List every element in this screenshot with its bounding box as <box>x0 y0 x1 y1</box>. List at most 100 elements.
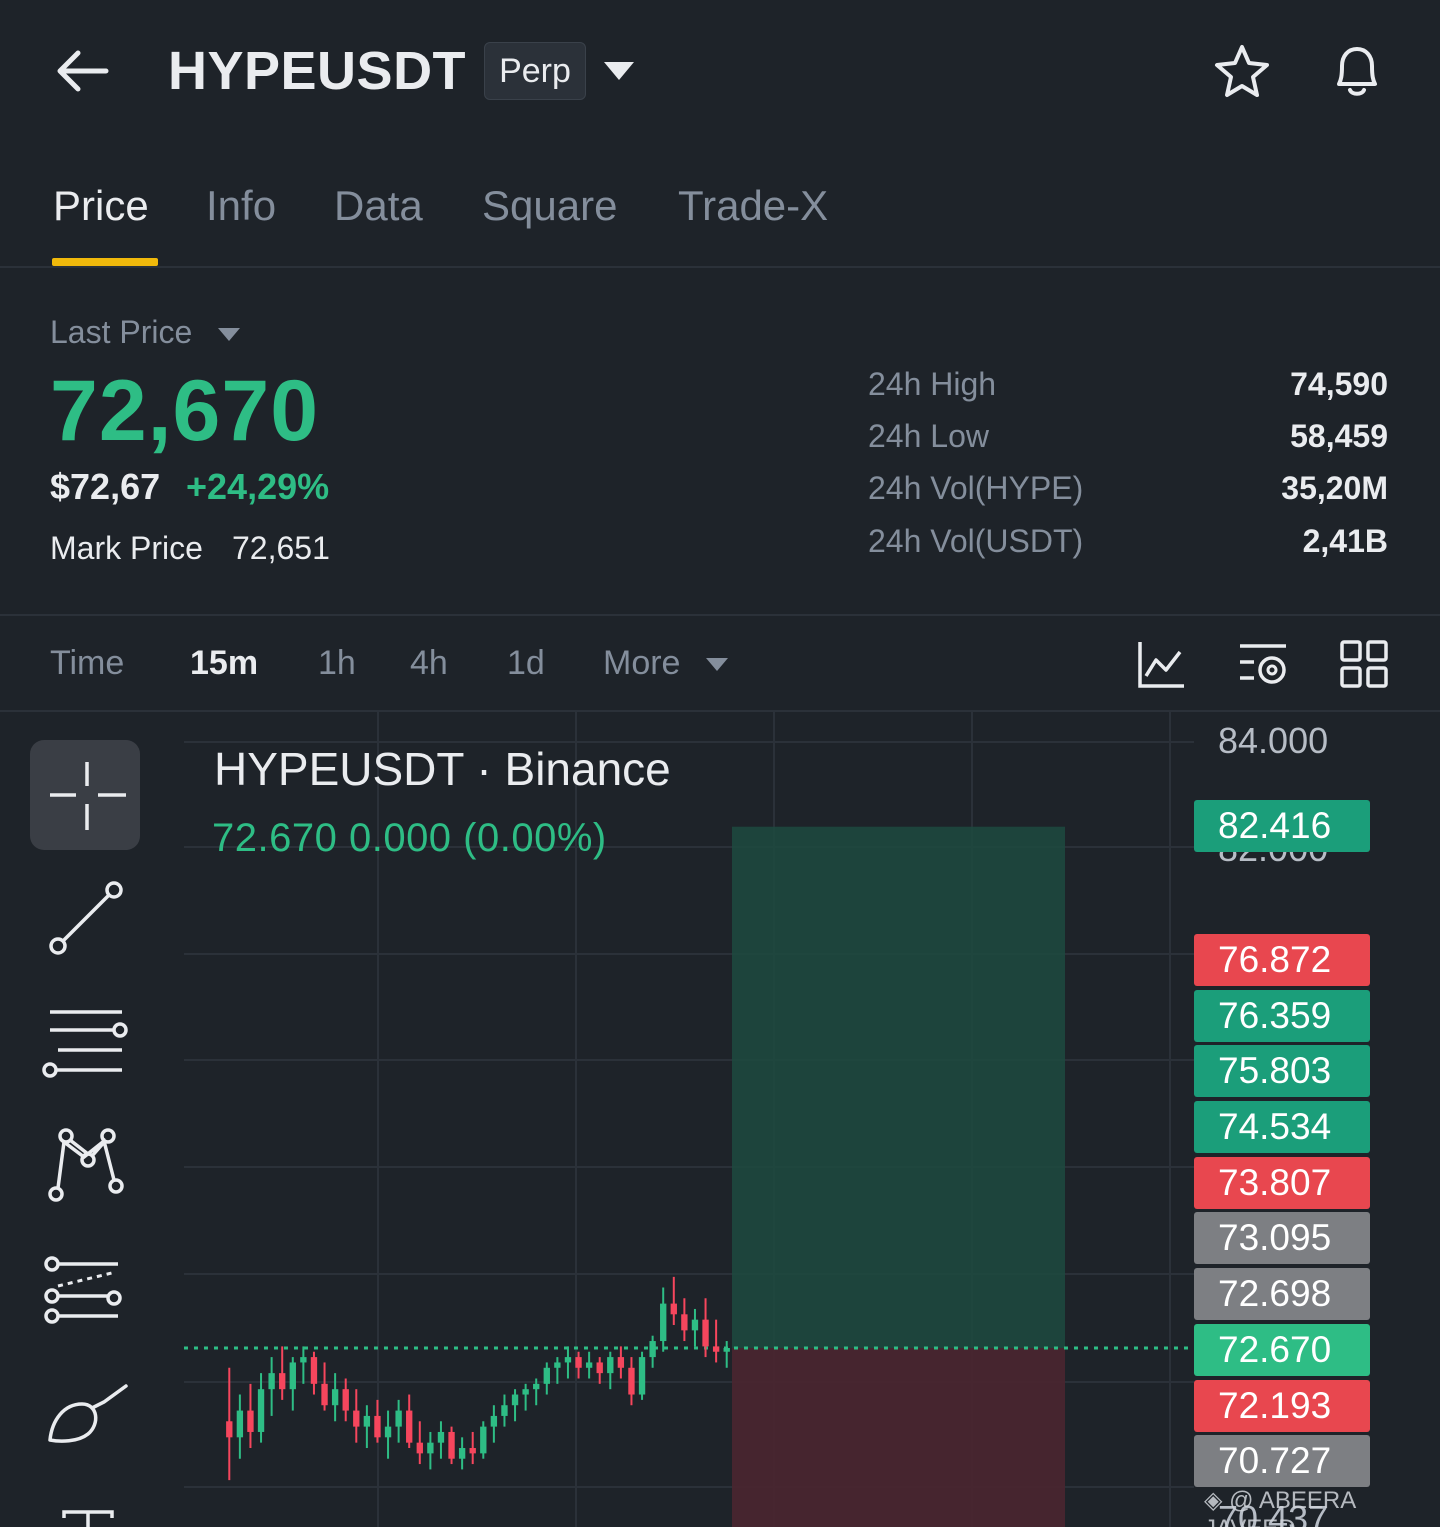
chart-line-icon[interactable] <box>1136 638 1188 690</box>
candle-body <box>363 1415 371 1427</box>
watermark: ◈ @ ABEERA JAVEED <box>1204 1487 1355 1527</box>
price-label: 74.534 <box>1194 1101 1370 1153</box>
tab-price[interactable]: Price <box>53 182 149 230</box>
caret-down-icon[interactable] <box>706 658 728 671</box>
brush-icon <box>48 1384 128 1443</box>
timeframe-more[interactable]: More <box>603 644 680 683</box>
mark-price-label: Mark Price <box>50 530 203 566</box>
brush-tool[interactable] <box>30 1350 140 1460</box>
price-label: 73.807 <box>1194 1157 1370 1209</box>
candle-body <box>660 1303 667 1342</box>
candle-body <box>607 1357 614 1374</box>
chart-symbol-title: HYPEUSDT · Binance <box>214 743 671 795</box>
back-arrow-icon[interactable] <box>52 46 112 96</box>
timeframe-bar: Time 15m 1h 4h 1d More <box>0 616 1440 712</box>
candle-body <box>268 1373 275 1390</box>
candle-body <box>374 1415 381 1438</box>
price-change-percent: +24,29% <box>186 466 330 507</box>
candle-body <box>448 1431 455 1459</box>
fib-tool[interactable] <box>30 1228 140 1338</box>
pattern-icon <box>48 1128 124 1202</box>
candle-body <box>617 1357 625 1368</box>
text-icon <box>62 1510 114 1527</box>
candle-body <box>511 1394 519 1406</box>
candle-body <box>480 1426 487 1454</box>
candle-body <box>331 1389 339 1406</box>
text-tool[interactable] <box>30 1472 140 1527</box>
stat-value-low: 58,459 <box>1290 418 1388 454</box>
pattern-tool[interactable] <box>30 1106 140 1216</box>
candle-body <box>712 1346 720 1352</box>
horizontal-lines-tool[interactable] <box>30 984 140 1094</box>
mark-price-value: 72,651 <box>232 530 330 566</box>
price-label: 72.193 <box>1194 1380 1370 1432</box>
tab-bar: Price Info Data Square Trade-X <box>0 160 1440 268</box>
horizontal-lines-icon <box>42 1010 128 1078</box>
candle-body <box>321 1383 328 1406</box>
candle-body <box>723 1348 730 1352</box>
stat-label-high: 24h High <box>868 366 997 402</box>
candle-body <box>596 1362 603 1374</box>
axis-tick-top: 84.000 <box>1218 720 1329 761</box>
trend-line-tool[interactable] <box>30 862 140 972</box>
tab-data[interactable]: Data <box>334 182 423 230</box>
price-label: 70.727 <box>1194 1435 1370 1487</box>
position-profit-zone <box>732 826 1065 1348</box>
stat-label-low: 24h Low <box>868 418 989 454</box>
price-label: 72.698 <box>1194 1268 1370 1320</box>
price-label-last: 72.670 <box>1194 1324 1370 1376</box>
star-icon[interactable] <box>1212 42 1272 102</box>
candle-body <box>469 1448 476 1454</box>
price-label-target: 82.416 <box>1194 800 1370 852</box>
candle-body <box>236 1410 244 1438</box>
candle-body <box>289 1362 296 1390</box>
drawing-toolbar <box>0 712 180 1527</box>
chart-ohlc-readout: 72.670 0.000 (0.00%) <box>212 816 607 860</box>
candle-body <box>501 1405 508 1416</box>
fib-icon <box>44 1256 122 1324</box>
chart-settings-icon[interactable] <box>1238 638 1290 690</box>
candle-body <box>427 1442 434 1454</box>
position-loss-zone <box>732 1348 1065 1527</box>
tab-square[interactable]: Square <box>482 182 617 230</box>
candle-body <box>310 1357 318 1384</box>
last-price-value: 72,670 <box>50 363 320 459</box>
timeframe-1h[interactable]: 1h <box>318 644 356 683</box>
candle-body <box>691 1319 699 1331</box>
price-label: 73.095 <box>1194 1212 1370 1264</box>
contract-type-badge[interactable]: Perp <box>484 42 586 100</box>
grid-layout-icon[interactable] <box>1338 638 1390 690</box>
stat-value-vol-base: 35,20M <box>1281 470 1388 506</box>
tab-trade-x[interactable]: Trade-X <box>678 182 828 230</box>
candle-body <box>279 1373 286 1390</box>
trend-line-icon <box>49 881 123 955</box>
candle-body <box>670 1303 677 1315</box>
crosshair-tool[interactable] <box>30 740 140 850</box>
caret-down-icon[interactable] <box>218 328 240 341</box>
stat-value-vol-quote: 2,41B <box>1302 523 1388 559</box>
candle-body <box>543 1367 550 1384</box>
tab-info[interactable]: Info <box>206 182 276 230</box>
candle-body <box>533 1383 540 1390</box>
active-tab-indicator <box>52 258 158 266</box>
timeframe-time[interactable]: Time <box>50 644 124 683</box>
price-label: 75.803 <box>1194 1045 1370 1097</box>
candle-body <box>226 1421 233 1438</box>
last-price-label[interactable]: Last Price <box>50 314 192 351</box>
header-bar: HYPEUSDT Perp <box>0 0 1440 140</box>
symbol-title[interactable]: HYPEUSDT <box>168 40 466 102</box>
caret-down-icon[interactable] <box>604 62 634 80</box>
usd-price: $72,67 <box>50 466 161 507</box>
candle-body <box>702 1319 709 1347</box>
timeframe-15m[interactable]: 15m <box>190 644 258 683</box>
candle-body <box>564 1357 572 1363</box>
price-label: 76.359 <box>1194 990 1370 1042</box>
timeframe-4h[interactable]: 4h <box>410 644 448 683</box>
bell-icon[interactable] <box>1326 40 1388 102</box>
candle-body <box>522 1389 529 1395</box>
candle-body <box>458 1448 466 1459</box>
stat-label-vol-base: 24h Vol(HYPE) <box>868 470 1084 506</box>
candle-body <box>257 1389 265 1432</box>
candle-body <box>384 1426 392 1438</box>
timeframe-1d[interactable]: 1d <box>507 644 545 683</box>
